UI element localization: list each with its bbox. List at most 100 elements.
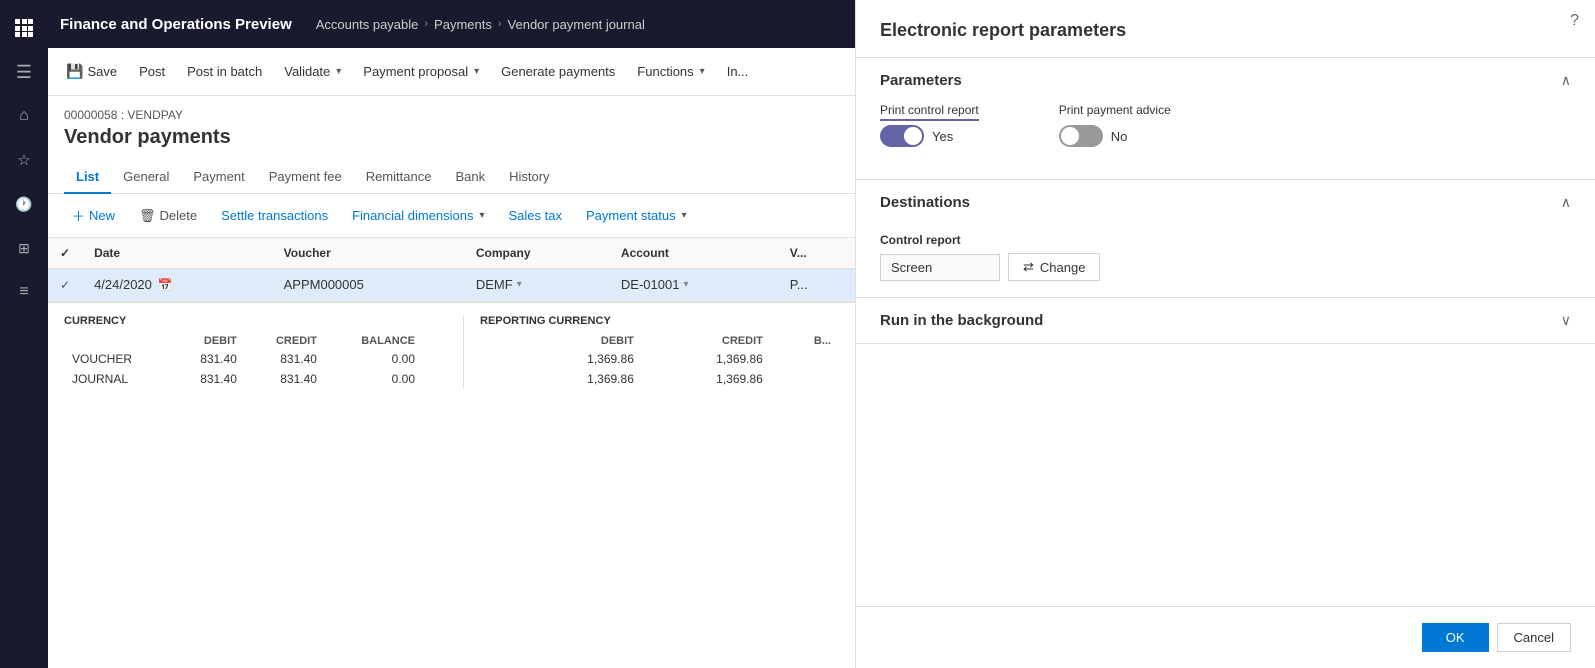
parameters-section: Parameters ∧ Print control report Yes — [856, 58, 1595, 180]
tab-bank[interactable]: Bank — [443, 161, 497, 194]
functions-button[interactable]: Functions ▾ — [627, 58, 714, 85]
summary-rep-voucher-row: 1,369.86 1,369.86 — [480, 349, 839, 369]
tab-history[interactable]: History — [497, 161, 561, 194]
validate-button[interactable]: Validate ▾ — [274, 58, 351, 85]
tab-payment-fee[interactable]: Payment fee — [257, 161, 354, 194]
panel-title: Electronic report parameters — [856, 0, 1595, 58]
settle-transactions-button[interactable]: Settle transactions — [213, 204, 336, 227]
list-view-icon[interactable]: ≡ — [4, 272, 44, 312]
hamburger-icon[interactable]: ☰ — [4, 52, 44, 92]
row-extra: P... — [778, 269, 855, 301]
destinations-section: Destinations ∧ Control report Screen ⇄ C… — [856, 180, 1595, 298]
tab-remittance[interactable]: Remittance — [354, 161, 444, 194]
destinations-collapse-icon: ∧ — [1561, 194, 1571, 211]
generate-payments-button[interactable]: Generate payments — [491, 58, 625, 85]
breadcrumb-vendor-journal[interactable]: Vendor payment journal — [508, 17, 645, 32]
trash-icon: 🗑 — [139, 208, 156, 224]
topbar: Finance and Operations Preview Accounts … — [48, 0, 855, 48]
payment-status-button[interactable]: Payment status ▾ — [578, 204, 695, 227]
company-dropdown-icon: ▾ — [517, 279, 522, 290]
breadcrumb-sep-1: › — [424, 18, 428, 30]
row-account: DE-01001 ▾ — [609, 269, 778, 301]
grid-header-row: ✓ Date Voucher Company Account V... — [48, 238, 855, 269]
summary-journal-row: JOURNAL 831.40 831.40 0.00 — [64, 369, 423, 389]
parameters-collapse-icon: ∧ — [1561, 72, 1571, 89]
print-payment-value: No — [1111, 129, 1128, 144]
sales-tax-button[interactable]: Sales tax — [501, 204, 570, 227]
run-bg-collapse-icon: ∨ — [1561, 312, 1571, 329]
change-button[interactable]: ⇄ Change — [1008, 253, 1100, 281]
table-row[interactable]: ✓ 4/24/2020 📅 APPM000005 DEMF ▾ — [48, 269, 855, 301]
question-mark-icon[interactable]: ? — [1570, 12, 1579, 30]
post-in-batch-button[interactable]: Post in batch — [177, 58, 272, 85]
parameters-section-header[interactable]: Parameters ∧ — [856, 58, 1595, 103]
panel-body: Parameters ∧ Print control report Yes — [856, 58, 1595, 606]
validate-dropdown-icon: ▾ — [336, 66, 341, 77]
tab-general[interactable]: General — [111, 161, 181, 194]
financial-dim-dropdown-icon: ▾ — [479, 210, 484, 221]
col-date: Date — [82, 238, 272, 269]
destinations-section-title: Destinations — [880, 194, 970, 211]
breadcrumb-sep-2: › — [498, 18, 502, 30]
breadcrumb-payments[interactable]: Payments — [434, 17, 492, 32]
new-button[interactable]: ＋ New — [64, 202, 123, 229]
panel-footer: OK Cancel — [856, 606, 1595, 668]
currency-summary-table: DEBIT CREDIT BALANCE VOUCHER 831.40 831.… — [64, 333, 423, 389]
calendar-icon[interactable]: 📅 — [158, 278, 173, 292]
journal-header: 00000058 : VENDPAY Vendor payments — [48, 96, 855, 149]
star-icon[interactable]: ☆ — [4, 140, 44, 180]
summary-rep-journal-row: 1,369.86 1,369.86 — [480, 369, 839, 389]
print-payment-advice-group: Print payment advice No — [1059, 103, 1171, 147]
run-in-background-section: Run in the background ∨ — [856, 298, 1595, 344]
run-in-background-title: Run in the background — [880, 312, 1043, 329]
destinations-section-header[interactable]: Destinations ∧ — [856, 180, 1595, 225]
print-control-toggle-row: Yes — [880, 125, 979, 147]
run-in-background-header[interactable]: Run in the background ∨ — [856, 298, 1595, 343]
recent-icon[interactable]: 🕐 — [4, 184, 44, 224]
destinations-body: Control report Screen ⇄ Change — [856, 225, 1595, 297]
data-grid: ✓ Date Voucher Company Account V... ✓ 4/… — [48, 238, 855, 301]
post-button[interactable]: Post — [129, 58, 175, 85]
col-voucher: Voucher — [272, 238, 464, 269]
sidebar: ☰ ⌂ ☆ 🕐 ⊞ ≡ — [0, 0, 48, 668]
tab-bar: List General Payment Payment fee Remitta… — [48, 161, 855, 194]
row-date: 4/24/2020 📅 — [82, 269, 272, 301]
plus-icon: ＋ — [72, 206, 85, 225]
payment-proposal-button[interactable]: Payment proposal ▾ — [353, 58, 489, 85]
cancel-button[interactable]: Cancel — [1497, 623, 1571, 652]
financial-dimensions-button[interactable]: Financial dimensions ▾ — [344, 204, 492, 227]
save-button[interactable]: 💾 Save — [56, 57, 127, 86]
col-extra: V... — [778, 238, 855, 269]
row-company: DEMF ▾ — [464, 269, 609, 301]
print-control-report-label: Print control report — [880, 103, 979, 117]
right-panel: Electronic report parameters ? Parameter… — [855, 0, 1595, 668]
print-control-value: Yes — [932, 129, 953, 144]
row-voucher: APPM000005 — [272, 269, 464, 301]
account-dropdown-icon: ▾ — [683, 279, 688, 290]
print-payment-toggle[interactable] — [1059, 125, 1103, 147]
ok-button[interactable]: OK — [1422, 623, 1489, 652]
app-title: Finance and Operations Preview — [60, 16, 292, 33]
grid-view-icon[interactable]: ⊞ — [4, 228, 44, 268]
home-icon[interactable]: ⌂ — [4, 96, 44, 136]
delete-button[interactable]: 🗑 Delete — [131, 204, 205, 228]
col-account: Account — [609, 238, 778, 269]
check-all-icon[interactable]: ✓ — [60, 246, 70, 260]
grid-toolbar: ＋ New 🗑 Delete Settle transactions Finan… — [48, 194, 855, 238]
inquiries-button[interactable]: In... — [717, 58, 759, 85]
row-checkbox: ✓ — [48, 269, 82, 301]
toolbar: 💾 Save Post Post in batch Validate ▾ Pay… — [48, 48, 855, 96]
print-control-toggle[interactable] — [880, 125, 924, 147]
tab-list[interactable]: List — [64, 161, 111, 194]
print-payment-toggle-row: No — [1059, 125, 1171, 147]
print-control-report-group: Print control report Yes — [880, 103, 979, 147]
breadcrumb-accounts-payable[interactable]: Accounts payable — [316, 17, 419, 32]
tab-payment[interactable]: Payment — [181, 161, 256, 194]
payment-proposal-dropdown-icon: ▾ — [474, 66, 479, 77]
reporting-currency-table: DEBIT CREDIT B... 1,369.86 1,369.86 — [480, 333, 839, 389]
apps-icon[interactable] — [4, 8, 44, 48]
print-payment-advice-label: Print payment advice — [1059, 103, 1171, 117]
summary-voucher-row: VOUCHER 831.40 831.40 0.00 — [64, 349, 423, 369]
journal-id: 00000058 : VENDPAY — [64, 108, 839, 122]
main-area: Finance and Operations Preview Accounts … — [48, 0, 855, 668]
